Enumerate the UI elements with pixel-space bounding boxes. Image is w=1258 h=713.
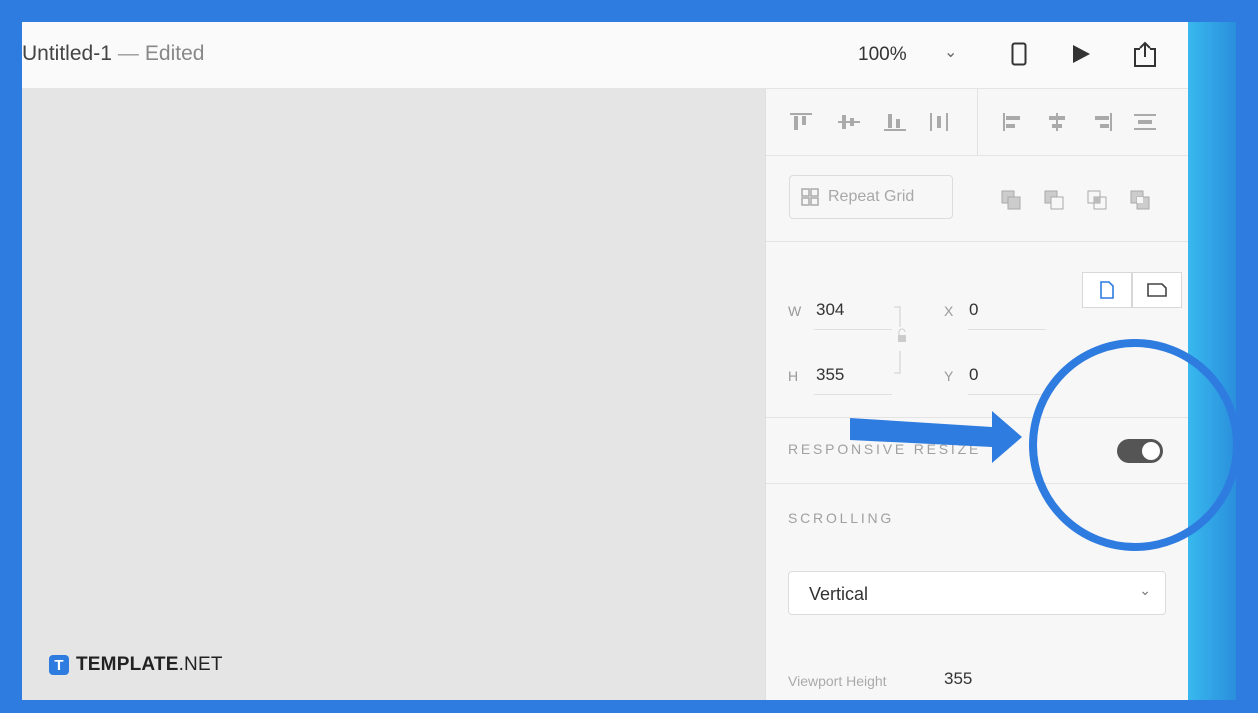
viewport-height-field[interactable]: 355: [944, 669, 972, 689]
design-canvas[interactable]: [22, 89, 765, 700]
title-bar: Untitled-1— Edited 100% ⌄: [22, 22, 1188, 89]
alignment-toolbar: [766, 89, 1188, 156]
zoom-level[interactable]: 100%: [858, 44, 907, 66]
width-label: W: [788, 303, 802, 319]
repeat-grid-section: Repeat Grid: [766, 155, 1188, 242]
document-title: Untitled-1— Edited: [22, 42, 204, 66]
align-middle-icon[interactable]: [836, 111, 862, 133]
chevron-down-icon: ⌄: [1139, 582, 1151, 598]
landscape-icon: [1147, 283, 1167, 297]
scrolling-select[interactable]: Vertical ⌄: [788, 571, 1166, 615]
responsive-resize-row: RESPONSIVE RESIZE: [766, 417, 1188, 484]
align-bottom-icon[interactable]: [882, 111, 908, 133]
portrait-icon: [1100, 281, 1114, 299]
boolean-exclude-icon[interactable]: [1129, 189, 1151, 211]
viewport-height-label: Viewport Height: [788, 673, 887, 689]
logo-badge-icon: T: [49, 655, 69, 675]
logo-suffix: .NET: [178, 654, 223, 675]
responsive-resize-toggle[interactable]: [1117, 439, 1163, 463]
align-left-icon[interactable]: [1001, 111, 1027, 133]
width-field[interactable]: 304: [816, 300, 844, 320]
dimensions-section: W 304 X 0 H 355 Y 0: [766, 241, 1188, 418]
template-net-logo: T TEMPLATE.NET: [49, 654, 223, 676]
align-right-icon[interactable]: [1088, 111, 1114, 133]
align-center-icon[interactable]: [1044, 111, 1070, 133]
repeat-grid-icon: [801, 188, 819, 206]
x-label: X: [944, 303, 954, 319]
chevron-down-icon[interactable]: ⌄: [944, 42, 957, 62]
repeat-grid-label: Repeat Grid: [828, 188, 915, 205]
distribute-horizontal-icon[interactable]: [1132, 111, 1158, 133]
responsive-resize-label: RESPONSIVE RESIZE: [788, 441, 982, 457]
portrait-button[interactable]: [1082, 272, 1132, 308]
landscape-button[interactable]: [1132, 272, 1182, 308]
scrolling-selected-value: Vertical: [809, 584, 869, 604]
y-field[interactable]: 0: [969, 365, 978, 385]
align-top-icon[interactable]: [788, 111, 814, 133]
repeat-grid-button[interactable]: Repeat Grid: [789, 175, 953, 219]
device-preview-icon[interactable]: [1002, 36, 1036, 72]
x-field[interactable]: 0: [969, 300, 978, 320]
height-label: H: [788, 368, 799, 384]
document-name: Untitled-1: [22, 42, 112, 65]
toggle-knob: [1142, 442, 1160, 460]
property-inspector: Repeat Grid W 304 X 0 H 355 Y 0 RESPONSI…: [765, 89, 1188, 700]
lock-aspect-icon[interactable]: [892, 305, 912, 375]
logo-brand: TEMPLATE: [76, 654, 179, 675]
background-strip: [1188, 22, 1236, 700]
title-separator: —: [117, 42, 139, 65]
y-label: Y: [944, 368, 954, 384]
boolean-intersect-icon[interactable]: [1086, 189, 1108, 211]
app-window: Untitled-1—Edited 100% ⌄ T TEMPLATE.NET: [22, 22, 1188, 700]
toolbar-divider: [977, 89, 978, 155]
boolean-add-icon[interactable]: [1000, 189, 1022, 211]
height-field[interactable]: 355: [816, 365, 844, 385]
share-icon[interactable]: [1128, 36, 1162, 72]
scrolling-heading: SCROLLING: [788, 510, 895, 526]
boolean-subtract-icon[interactable]: [1043, 189, 1065, 211]
distribute-vertical-icon[interactable]: [926, 111, 952, 133]
play-icon[interactable]: [1064, 36, 1098, 72]
edit-status: Edited: [144, 42, 205, 65]
